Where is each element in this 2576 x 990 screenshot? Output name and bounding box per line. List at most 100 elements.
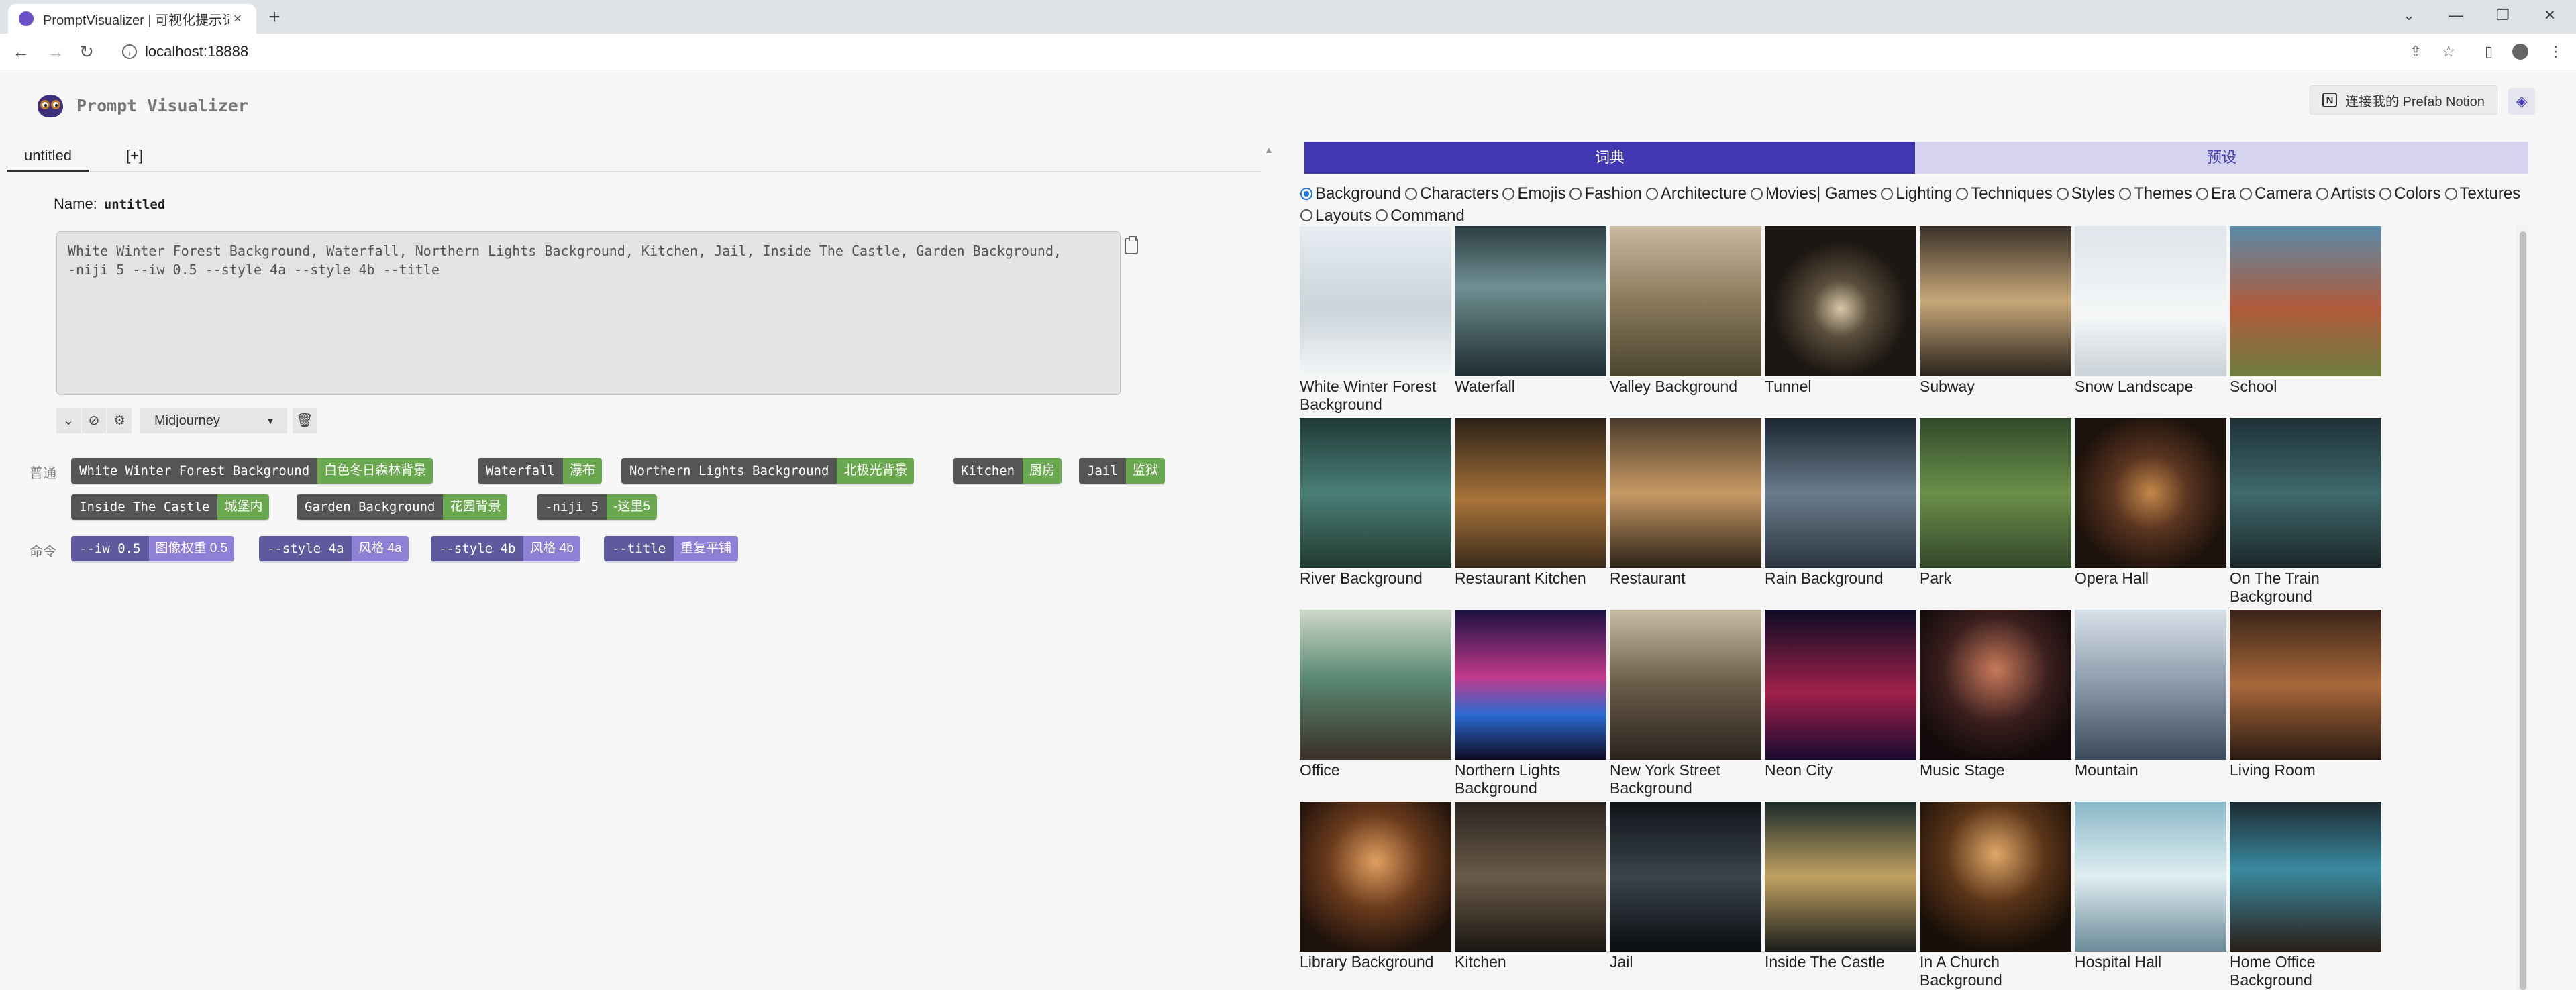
gallery-item[interactable]: Jail bbox=[1610, 802, 1761, 971]
category-radio-movies-games[interactable]: Movies| Games bbox=[1750, 183, 1877, 204]
radio-button[interactable] bbox=[2056, 187, 2069, 200]
command-chip[interactable]: --style 4b 风格 4b bbox=[431, 536, 580, 561]
gallery-thumbnail[interactable] bbox=[1300, 610, 1451, 760]
gallery-item[interactable]: Tunnel bbox=[1765, 226, 1916, 396]
radio-button[interactable] bbox=[2444, 187, 2457, 200]
radio-button[interactable] bbox=[1300, 187, 1312, 200]
gallery-thumbnail[interactable] bbox=[1765, 418, 1916, 568]
gallery-thumbnail[interactable] bbox=[1920, 418, 2071, 568]
gallery-thumbnail[interactable] bbox=[1765, 610, 1916, 760]
collapse-icon[interactable]: ⌄ bbox=[56, 408, 81, 433]
command-chip[interactable]: --style 4a 风格 4a bbox=[259, 536, 409, 561]
gallery-thumbnail[interactable] bbox=[2230, 418, 2381, 568]
normal-chip[interactable]: White Winter Forest Background 白色冬日森林背景 bbox=[71, 458, 433, 484]
gallery-thumbnail[interactable] bbox=[2230, 226, 2381, 376]
clipboard-icon[interactable] bbox=[1125, 236, 1138, 254]
close-window-icon[interactable]: ✕ bbox=[2530, 4, 2570, 27]
gallery-item[interactable]: Rain Background bbox=[1765, 418, 1916, 588]
gallery-item[interactable]: Hospital Hall bbox=[2075, 802, 2226, 971]
gallery-thumbnail[interactable] bbox=[1920, 610, 2071, 760]
radio-button[interactable] bbox=[1750, 187, 1763, 200]
category-radio-colors[interactable]: Colors bbox=[2379, 183, 2441, 204]
gallery-thumbnail[interactable] bbox=[2230, 610, 2381, 760]
radio-button[interactable] bbox=[1376, 209, 1388, 221]
normal-chip[interactable]: -niji 5 -这里5 bbox=[537, 494, 657, 520]
gallery-item[interactable]: Office bbox=[1300, 610, 1451, 779]
gallery-thumbnail[interactable] bbox=[1610, 610, 1761, 760]
gallery-item[interactable]: Music Stage bbox=[1920, 610, 2071, 779]
gallery-thumbnail[interactable] bbox=[1610, 226, 1761, 376]
category-radio-characters[interactable]: Characters bbox=[1405, 183, 1498, 204]
category-radio-camera[interactable]: Camera bbox=[2240, 183, 2312, 204]
gallery-item[interactable]: New York Street Background bbox=[1610, 610, 1761, 798]
gallery-item[interactable]: Mountain bbox=[2075, 610, 2226, 779]
gallery-thumbnail[interactable] bbox=[1610, 802, 1761, 952]
gallery-thumbnail[interactable] bbox=[1920, 226, 2071, 376]
gallery-thumbnail[interactable] bbox=[2230, 802, 2381, 952]
layers-icon[interactable]: ◈ bbox=[2508, 88, 2535, 115]
close-tab-icon[interactable]: × bbox=[229, 10, 246, 28]
share-icon[interactable]: ⇪ bbox=[2406, 42, 2426, 62]
radio-button[interactable] bbox=[1300, 209, 1312, 221]
normal-chip[interactable]: Jail 监狱 bbox=[1079, 458, 1165, 484]
gallery-item[interactable]: In A Church Background bbox=[1920, 802, 2071, 989]
tab-untitled[interactable]: untitled bbox=[7, 144, 89, 172]
gallery-thumbnail[interactable] bbox=[1455, 610, 1606, 760]
radio-button[interactable] bbox=[2196, 187, 2208, 200]
gallery-item[interactable]: Living Room bbox=[2230, 610, 2381, 779]
category-radio-techniques[interactable]: Techniques bbox=[1956, 183, 2053, 204]
category-radio-styles[interactable]: Styles bbox=[2056, 183, 2115, 204]
gallery-item[interactable]: River Background bbox=[1300, 418, 1451, 588]
gallery-thumbnail[interactable] bbox=[2075, 226, 2226, 376]
gallery-thumbnail[interactable] bbox=[1300, 226, 1451, 376]
gallery-thumbnail[interactable] bbox=[2075, 802, 2226, 952]
normal-chip[interactable]: Waterfall 瀑布 bbox=[478, 458, 602, 484]
gallery-thumbnail[interactable] bbox=[1455, 418, 1606, 568]
gallery-item[interactable]: School bbox=[2230, 226, 2381, 396]
tab-presets[interactable]: 预设 bbox=[1915, 142, 2528, 174]
gallery-item[interactable]: Northern Lights Background bbox=[1455, 610, 1606, 798]
radio-button[interactable] bbox=[2379, 187, 2392, 200]
gallery-item[interactable]: Restaurant Kitchen bbox=[1455, 418, 1606, 588]
radio-button[interactable] bbox=[1569, 187, 1582, 200]
gallery-item[interactable]: Park bbox=[1920, 418, 2071, 588]
gallery-thumbnail[interactable] bbox=[1610, 418, 1761, 568]
radio-button[interactable] bbox=[2119, 187, 2132, 200]
minimize-icon[interactable]: — bbox=[2436, 4, 2476, 27]
gallery-item[interactable]: White Winter Forest Background bbox=[1300, 226, 1451, 414]
gallery-thumbnail[interactable] bbox=[1920, 802, 2071, 952]
gallery-item[interactable]: Home Office Background bbox=[2230, 802, 2381, 989]
category-radio-layouts[interactable]: Layouts bbox=[1300, 205, 1372, 226]
normal-chip[interactable]: Inside The Castle 城堡内 bbox=[71, 494, 270, 520]
gallery-thumbnail[interactable] bbox=[1300, 418, 1451, 568]
category-radio-fashion[interactable]: Fashion bbox=[1569, 183, 1642, 204]
gallery-item[interactable]: Opera Hall bbox=[2075, 418, 2226, 588]
restore-icon[interactable]: ❐ bbox=[2483, 4, 2523, 27]
normal-chip[interactable]: Kitchen 厨房 bbox=[953, 458, 1062, 484]
gallery-item[interactable]: Snow Landscape bbox=[2075, 226, 2226, 396]
category-radio-themes[interactable]: Themes bbox=[2119, 183, 2192, 204]
category-radio-era[interactable]: Era bbox=[2196, 183, 2236, 204]
trash-icon[interactable]: 🗑 bbox=[293, 408, 317, 433]
gallery-item[interactable]: On The Train Background bbox=[2230, 418, 2381, 606]
gallery-thumbnail[interactable] bbox=[2075, 418, 2226, 568]
radio-button[interactable] bbox=[1645, 187, 1658, 200]
bookmark-star-icon[interactable]: ☆ bbox=[2438, 42, 2459, 62]
gallery-thumbnail[interactable] bbox=[1455, 226, 1606, 376]
info-icon[interactable]: i bbox=[122, 44, 137, 59]
category-radio-architecture[interactable]: Architecture bbox=[1645, 183, 1747, 204]
disable-icon[interactable]: ⊘ bbox=[82, 408, 106, 433]
gallery-item[interactable]: Restaurant bbox=[1610, 418, 1761, 588]
gallery-thumbnail[interactable] bbox=[1300, 802, 1451, 952]
category-radio-emojis[interactable]: Emojis bbox=[1502, 183, 1565, 204]
command-chip[interactable]: --title 重复平铺 bbox=[604, 536, 739, 561]
panel-resize-handle[interactable]: ▲ bbox=[1261, 144, 1274, 989]
command-chip[interactable]: --iw 0.5 图像权重 0.5 bbox=[71, 536, 235, 561]
category-radio-textures[interactable]: Textures bbox=[2444, 183, 2520, 204]
normal-chip[interactable]: Garden Background 花园背景 bbox=[297, 494, 508, 520]
radio-button[interactable] bbox=[1881, 187, 1894, 200]
radio-button[interactable] bbox=[1956, 187, 1969, 200]
gallery-item[interactable]: Neon City bbox=[1765, 610, 1916, 779]
forward-icon[interactable]: → bbox=[44, 40, 67, 63]
prompt-textarea[interactable]: White Winter Forest Background, Waterfal… bbox=[56, 231, 1121, 395]
